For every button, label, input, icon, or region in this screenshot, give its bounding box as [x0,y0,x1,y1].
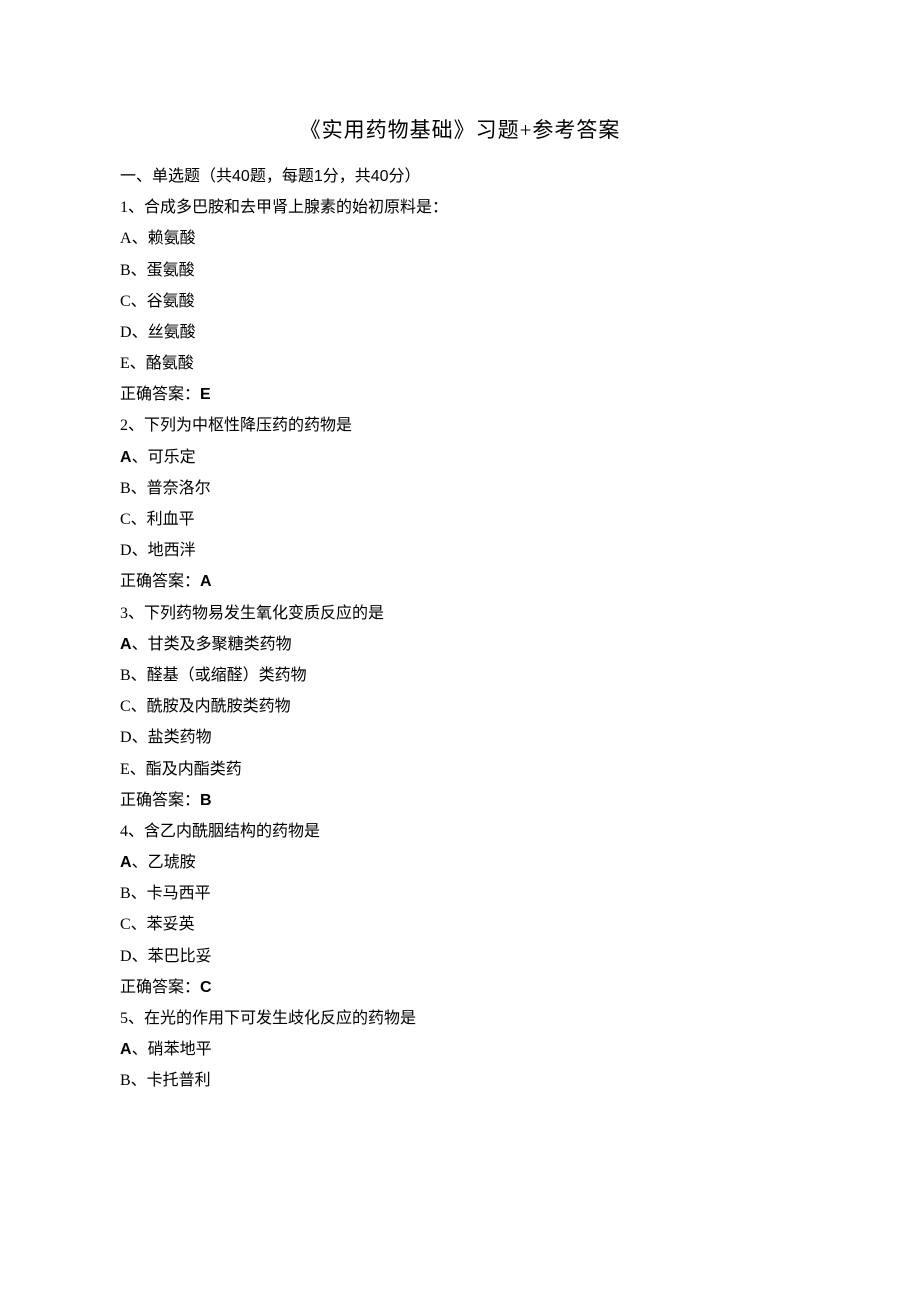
option-row: C、酰胺及内酰胺类药物 [120,691,800,722]
option-row: B、蛋氨酸 [120,255,800,286]
option-text: 、酰胺及内酰胺类药物 [131,698,291,715]
option-row: A、乙琥胺 [120,847,800,878]
option-letter: D [120,542,132,559]
answer-label: 正确答案： [120,792,200,809]
answer-label: 正确答案： [120,573,200,590]
option-row: B、卡马西平 [120,878,800,909]
option-row: D、盐类药物 [120,722,800,753]
option-row: D、苯巴比妥 [120,941,800,972]
option-row: A、甘类及多聚糖类药物 [120,629,800,660]
option-text: 、盐类药物 [132,729,212,746]
answer-value: C [200,979,212,996]
option-row: D、地西泮 [120,535,800,566]
answer-label: 正确答案： [120,979,200,996]
option-row: B、卡托普利 [120,1065,800,1096]
option-text: 、普奈洛尔 [131,480,211,497]
page-title: 《实用药物基础》习题+参考答案 [120,110,800,151]
question-number: 1 [120,199,128,216]
option-row: B、普奈洛尔 [120,473,800,504]
answer-row: 正确答案：E [120,379,800,410]
section-mid2: 分，共 [323,168,371,185]
option-text: 、赖氨酸 [132,230,196,247]
answer-value: B [200,792,212,809]
question-number: 5 [120,1010,128,1027]
question-text: 、含乙内酰胭结构的药物是 [128,823,320,840]
option-row: C、利血平 [120,504,800,535]
option-letter: A [120,230,132,247]
section-count-a: 40 [232,168,250,185]
section-count-b: 1 [314,168,323,185]
option-letter: D [120,729,132,746]
option-letter: E [120,355,130,372]
option-letter: C [120,916,131,933]
question-stem: 1、合成多巴胺和去甲肾上腺素的始初原料是： [120,192,800,223]
section-prefix: 一、单选题（共 [120,168,232,185]
option-text: 、苯巴比妥 [132,948,212,965]
question-stem: 5、在光的作用下可发生歧化反应的药物是 [120,1003,800,1034]
question-number: 3 [120,605,128,622]
option-letter: D [120,948,132,965]
option-text: 、乙琥胺 [132,854,196,871]
option-row: A、赖氨酸 [120,223,800,254]
option-text: 、甘类及多聚糖类药物 [132,636,292,653]
option-row: C、谷氨酸 [120,286,800,317]
option-text: 、卡马西平 [131,885,211,902]
option-letter: B [120,1072,131,1089]
question-number: 2 [120,417,128,434]
answer-row: 正确答案：B [120,785,800,816]
option-row: C、苯妥英 [120,909,800,940]
option-letter: B [120,480,131,497]
question-stem: 4、含乙内酰胭结构的药物是 [120,816,800,847]
answer-value: E [200,386,211,403]
option-text: 、苯妥英 [131,916,195,933]
option-letter: B [120,885,131,902]
section-mid1: 题，每题 [250,168,314,185]
answer-row: 正确答案：A [120,566,800,597]
option-text: 、可乐定 [132,449,196,466]
option-letter: A [120,449,132,466]
question-number: 4 [120,823,128,840]
option-text: 、蛋氨酸 [131,262,195,279]
question-stem: 2、下列为中枢性降压药的药物是 [120,410,800,441]
option-row: A、硝苯地平 [120,1034,800,1065]
option-row: A、可乐定 [120,442,800,473]
questions-container: 1、合成多巴胺和去甲肾上腺素的始初原料是：A、赖氨酸B、蛋氨酸C、谷氨酸D、丝氨… [120,192,800,1096]
option-text: 、丝氨酸 [132,324,196,341]
option-text: 、卡托普利 [131,1072,211,1089]
answer-value: A [200,573,212,590]
question-stem: 3、下列药物易发生氧化变质反应的是 [120,598,800,629]
option-text: 、醛基（或缩醛）类药物 [131,667,307,684]
option-row: E、酪氨酸 [120,348,800,379]
question-text: 、在光的作用下可发生歧化反应的药物是 [128,1010,416,1027]
answer-label: 正确答案： [120,386,200,403]
option-letter: A [120,1041,132,1058]
option-text: 、酪氨酸 [130,355,194,372]
option-letter: A [120,636,132,653]
section-header: 一、单选题（共40题，每题1分，共40分） [120,161,800,192]
option-row: B、醛基（或缩醛）类药物 [120,660,800,691]
option-row: D、丝氨酸 [120,317,800,348]
option-letter: E [120,761,130,778]
option-row: E、酯及内酯类药 [120,754,800,785]
answer-row: 正确答案：C [120,972,800,1003]
question-text: 、合成多巴胺和去甲肾上腺素的始初原料是： [128,199,448,216]
option-letter: C [120,698,131,715]
option-letter: C [120,511,131,528]
option-letter: D [120,324,132,341]
option-letter: B [120,262,131,279]
option-letter: A [120,854,132,871]
option-text: 、利血平 [131,511,195,528]
section-count-c: 40 [371,168,389,185]
question-text: 、下列为中枢性降压药的药物是 [128,417,352,434]
option-letter: B [120,667,131,684]
option-letter: C [120,293,131,310]
option-text: 、硝苯地平 [132,1041,212,1058]
option-text: 、谷氨酸 [131,293,195,310]
question-text: 、下列药物易发生氧化变质反应的是 [128,605,384,622]
option-text: 、地西泮 [132,542,196,559]
section-suffix: 分） [389,168,421,185]
option-text: 、酯及内酯类药 [130,761,242,778]
